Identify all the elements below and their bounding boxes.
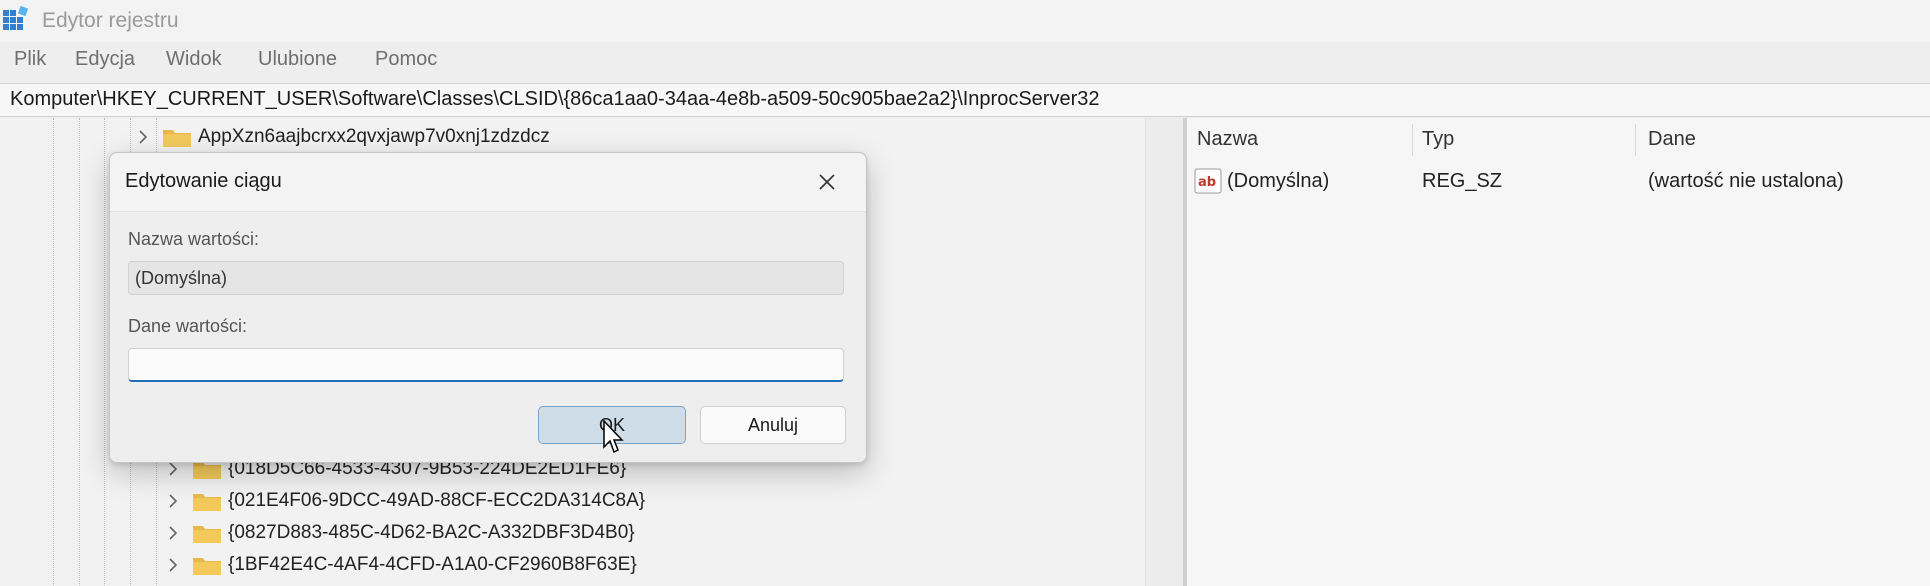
- value-type: REG_SZ: [1422, 170, 1503, 192]
- chevron-right-icon[interactable]: [166, 555, 180, 575]
- folder-icon: [163, 130, 191, 147]
- dialog-body: Nazwa wartości: (Domyślna) Dane wartości…: [110, 211, 866, 462]
- registry-editor-window: Edytor rejestru Plik Edycja Widok Ulubio…: [0, 0, 1930, 586]
- column-header-data[interactable]: Dane: [1648, 128, 1696, 151]
- column-separator[interactable]: [1635, 124, 1636, 156]
- folder-icon: [193, 558, 221, 575]
- chevron-right-icon[interactable]: [166, 491, 180, 511]
- value-data-input[interactable]: [128, 348, 844, 382]
- value-name-field: (Domyślna): [128, 261, 844, 295]
- menu-edit[interactable]: Edycja: [75, 48, 135, 71]
- mouse-pointer-icon: [603, 420, 624, 454]
- close-icon[interactable]: [810, 165, 844, 199]
- column-separator[interactable]: [1412, 124, 1413, 156]
- tree-item-label: {1BF42E4C-4AF4-4CFD-A1A0-CF2960B8F63E}: [228, 554, 637, 575]
- chevron-right-icon[interactable]: [166, 523, 180, 543]
- column-header-type[interactable]: Typ: [1422, 128, 1454, 151]
- svg-text:ab: ab: [1198, 175, 1216, 190]
- menu-favorites[interactable]: Ulubione: [258, 48, 337, 71]
- tree-item-label: {021E4F06-9DCC-49AD-88CF-ECC2DA314C8A}: [228, 490, 646, 511]
- tree-item-label: {0827D883-485C-4D62-BA2C-A332DBF3D4B0}: [228, 522, 635, 543]
- menu-view[interactable]: Widok: [166, 48, 222, 71]
- tree-item-label: AppXzn6aajbcrxx2qvxjawp7v0xnj1zdzdcz: [198, 126, 550, 147]
- cancel-button[interactable]: Anuluj: [700, 406, 846, 444]
- folder-icon: [193, 494, 221, 511]
- menu-help[interactable]: Pomoc: [375, 48, 437, 71]
- column-header-name[interactable]: Nazwa: [1197, 128, 1258, 151]
- folder-icon: [193, 526, 221, 543]
- string-value-icon: ab: [1194, 168, 1222, 194]
- tree-item[interactable]: {0827D883-485C-4D62-BA2C-A332DBF3D4B0}: [166, 518, 635, 548]
- title-bar: Edytor rejestru: [0, 0, 1930, 42]
- chevron-right-icon[interactable]: [136, 127, 150, 147]
- edit-string-dialog: Edytowanie ciągu Nazwa wartości: (Domyśl…: [109, 152, 867, 463]
- dialog-title: Edytowanie ciągu: [125, 170, 282, 192]
- address-bar[interactable]: Komputer\HKEY_CURRENT_USER\Software\Clas…: [0, 83, 1930, 117]
- tree-item[interactable]: {1BF42E4C-4AF4-4CFD-A1A0-CF2960B8F63E}: [166, 550, 637, 580]
- value-name-label: Nazwa wartości:: [128, 229, 260, 249]
- values-pane[interactable]: Nazwa Typ Dane ab (Domyślna) REG_SZ (war…: [1187, 118, 1930, 586]
- value-data-label: Dane wartości:: [128, 316, 248, 336]
- value-row[interactable]: ab (Domyślna) REG_SZ (wartość nie ustalo…: [1187, 166, 1930, 200]
- menu-bar: Plik Edycja Widok Ulubione Pomoc: [0, 44, 1930, 76]
- window-title: Edytor rejestru: [42, 9, 179, 32]
- tree-guide-line: [53, 118, 54, 586]
- tree-item[interactable]: {021E4F06-9DCC-49AD-88CF-ECC2DA314C8A}: [166, 486, 645, 516]
- registry-editor-icon: [3, 6, 29, 30]
- tree-guide-line: [79, 118, 80, 586]
- tree-guide-line: [104, 118, 105, 586]
- value-name: (Domyślna): [1227, 170, 1330, 192]
- tree-scrollbar[interactable]: [1145, 118, 1188, 586]
- address-path[interactable]: Komputer\HKEY_CURRENT_USER\Software\Clas…: [10, 88, 1100, 111]
- tree-item[interactable]: AppXzn6aajbcrxx2qvxjawp7v0xnj1zdzdcz: [136, 122, 550, 152]
- menu-file[interactable]: Plik: [14, 48, 46, 71]
- value-data: (wartość nie ustalona): [1648, 170, 1844, 192]
